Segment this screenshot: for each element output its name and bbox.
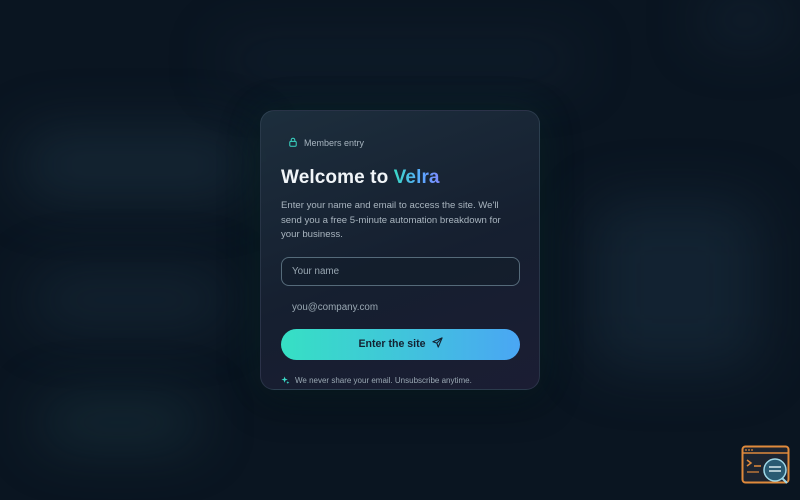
badge-label: Members entry [304,138,365,148]
name-input[interactable] [281,256,520,286]
privacy-note: We never share your email. Unsubscribe a… [281,372,519,390]
privacy-note-text: We never share your email. Unsubscribe a… [295,376,472,385]
lock-icon [288,134,298,152]
members-badge: Members entry [288,134,519,152]
email-input[interactable] [281,292,520,322]
enter-site-button[interactable]: Enter the site [281,328,520,360]
chat-widget-icon [741,445,790,484]
login-card: Members entry Welcome to Velra Enter you… [260,110,540,390]
send-icon [431,337,443,351]
chat-widget-button[interactable] [741,445,791,487]
description: Enter your name and email to access the … [281,200,501,240]
brand-name: Velra [393,167,440,188]
enter-site-label: Enter the site [358,338,426,350]
sparkle-icon [281,372,290,390]
page-title: Welcome to Velra [281,167,519,189]
title-prefix: Welcome to [281,167,394,188]
